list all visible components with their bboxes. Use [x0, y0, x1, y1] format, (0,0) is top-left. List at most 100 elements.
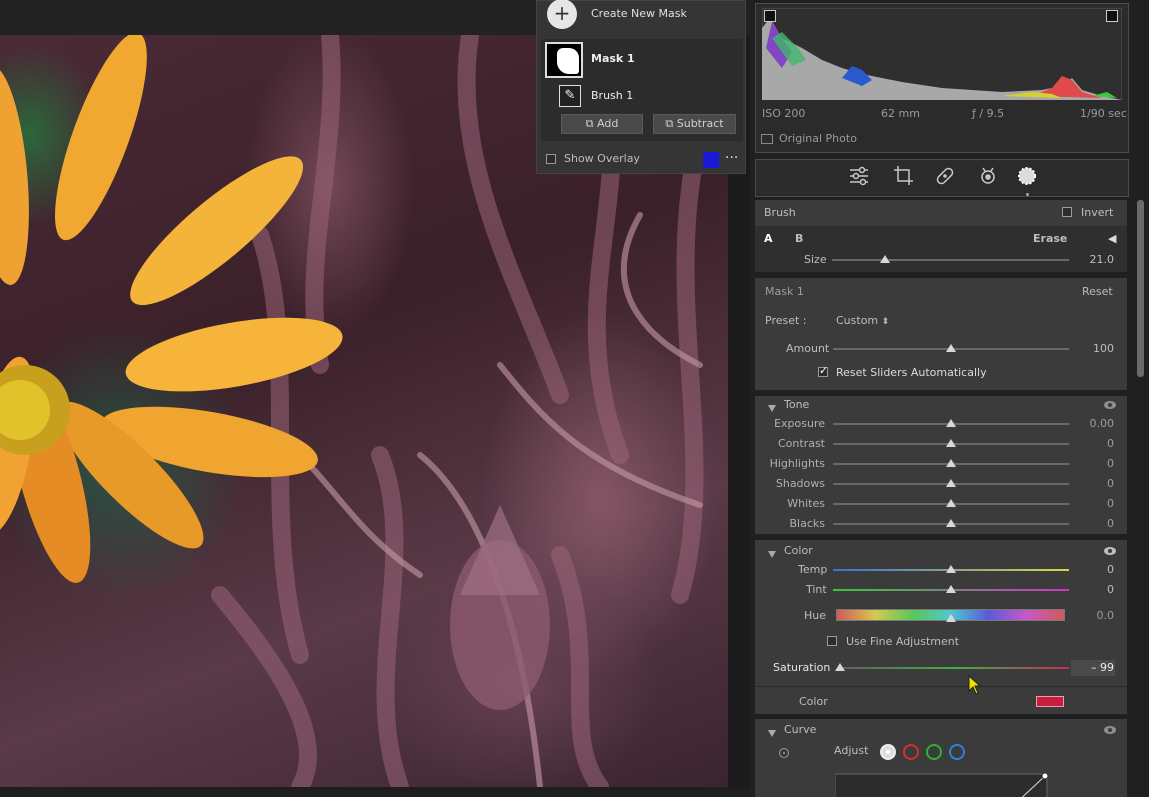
hue-slider-thumb[interactable] [946, 614, 956, 622]
tone-slider-value[interactable]: 0.00 [1070, 417, 1115, 430]
subtract-icon: ⧉ [665, 117, 674, 130]
create-mask-label[interactable]: Create New Mask [591, 7, 687, 20]
more-options-icon[interactable]: ··· [725, 150, 738, 166]
blue-channel-icon[interactable] [949, 744, 965, 760]
tone-slider-value[interactable]: 0 [1070, 457, 1114, 470]
preset-dropdown[interactable]: Custom ⬍ [836, 314, 889, 327]
preset-label: Preset : [765, 314, 807, 327]
mask-thumbnail[interactable] [545, 42, 583, 78]
erase-tab[interactable]: Erase [1033, 232, 1067, 245]
curve-graph[interactable] [835, 770, 1050, 797]
color-collapse-icon[interactable] [768, 548, 776, 561]
tone-slider-value[interactable]: 0 [1070, 437, 1114, 450]
curve-collapse-icon[interactable] [768, 727, 776, 740]
invert-checkbox[interactable] [1062, 207, 1072, 217]
shadow-clip-icon[interactable] [764, 10, 776, 22]
fine-adjustment-checkbox[interactable] [827, 636, 837, 646]
brush-name[interactable]: Brush 1 [591, 89, 633, 102]
tone-eye-icon[interactable] [1104, 401, 1116, 409]
saturation-label: Saturation [773, 661, 831, 674]
brush-a-tab[interactable]: A [764, 232, 773, 245]
tint-label: Tint [806, 583, 827, 596]
histogram-graph [762, 8, 1122, 100]
color-eye-icon[interactable] [1104, 547, 1116, 555]
red-channel-icon[interactable] [903, 744, 919, 760]
show-overlay-checkbox[interactable] [546, 154, 556, 164]
tone-slider-value[interactable]: 0 [1070, 517, 1114, 530]
overlay-color-swatch[interactable] [703, 152, 719, 168]
tone-slider-value[interactable]: 0 [1070, 477, 1114, 490]
fine-adjustment-label: Use Fine Adjustment [846, 635, 960, 648]
updown-chevron-icon: ⬍ [881, 317, 890, 327]
reset-button[interactable]: Reset [1082, 285, 1113, 298]
tone-slider-label: Blacks [789, 517, 826, 530]
add-label: Add [597, 117, 619, 130]
preset-value: Custom [836, 314, 879, 327]
highlight-clip-icon[interactable] [1106, 10, 1118, 22]
crop-icon[interactable] [893, 165, 917, 189]
mask-panel: + Create New Mask Mask 1 ✎ Brush 1 ⧉ Add… [536, 0, 746, 174]
tone-slider-thumb[interactable] [946, 439, 956, 447]
amount-label: Amount [786, 342, 830, 355]
size-slider[interactable] [832, 259, 1069, 261]
tone-slider-thumb[interactable] [946, 519, 956, 527]
tone-slider-thumb[interactable] [946, 419, 956, 427]
tone-slider-thumb[interactable] [946, 479, 956, 487]
curve-eye-icon[interactable] [1104, 726, 1116, 734]
panel-scrollbar[interactable] [1137, 200, 1144, 377]
heal-icon[interactable] [934, 165, 958, 189]
brush-icon[interactable]: ✎ [559, 85, 581, 107]
size-slider-thumb[interactable] [880, 255, 890, 263]
curve-title: Curve [784, 723, 817, 736]
mouse-cursor-icon [968, 675, 982, 695]
amount-slider-thumb[interactable] [946, 344, 956, 352]
subtract-label: Subtract [676, 117, 724, 130]
show-overlay-label: Show Overlay [564, 152, 640, 165]
color-divider [755, 686, 1127, 687]
bottom-bar [0, 787, 750, 797]
tone-slider-label: Contrast [777, 437, 825, 450]
iso-value: ISO 200 [762, 107, 806, 120]
hue-label: Hue [804, 609, 827, 622]
mask-name[interactable]: Mask 1 [591, 52, 635, 65]
brush-b-tab[interactable]: B [795, 232, 803, 245]
shutter-speed: 1/90 sec [1080, 107, 1127, 120]
mask-settings-title: Mask 1 [765, 285, 804, 298]
focal-length: 62 mm [881, 107, 920, 120]
subtract-button[interactable]: ⧉ Subtract [653, 114, 736, 134]
size-value[interactable]: 21.0 [1070, 253, 1115, 266]
tint-slider-thumb[interactable] [946, 585, 956, 593]
saturation-slider[interactable] [838, 667, 1069, 669]
temp-slider-thumb[interactable] [946, 565, 956, 573]
tone-slider-thumb[interactable] [946, 499, 956, 507]
tone-slider-label: Whites [787, 497, 825, 510]
tone-slider-label: Shadows [775, 477, 825, 490]
adjust-label: Adjust [834, 744, 869, 757]
aperture: ƒ / 9.5 [972, 107, 1005, 120]
hue-value[interactable]: 0.0 [1070, 609, 1115, 622]
active-tool-indicator [1026, 193, 1029, 196]
original-photo-checkbox[interactable] [761, 134, 773, 144]
tone-slider-label: Highlights [769, 457, 825, 470]
color-swatch[interactable] [1036, 696, 1064, 707]
reset-sliders-checkbox[interactable]: ✓ [818, 364, 828, 377]
saturation-slider-thumb[interactable] [835, 663, 845, 671]
rgb-channel-icon[interactable] [880, 744, 896, 760]
collapse-arrow-icon[interactable]: ◀ [1108, 232, 1116, 245]
sliders-icon[interactable] [848, 165, 872, 189]
target-adjust-icon[interactable] [779, 748, 789, 758]
saturation-value[interactable]: – 99 [1070, 661, 1114, 674]
mask-icon[interactable] [1016, 165, 1040, 189]
tint-value[interactable]: 0 [1070, 583, 1114, 596]
amount-value[interactable]: 100 [1070, 342, 1114, 355]
redeye-icon[interactable] [977, 165, 1001, 189]
color-title: Color [784, 544, 813, 557]
tone-collapse-icon[interactable] [768, 402, 776, 415]
invert-label: Invert [1081, 206, 1114, 219]
add-button[interactable]: ⧉ Add [561, 114, 643, 134]
tone-slider-thumb[interactable] [946, 459, 956, 467]
create-mask-icon[interactable]: + [547, 0, 577, 29]
tone-slider-value[interactable]: 0 [1070, 497, 1114, 510]
green-channel-icon[interactable] [926, 744, 942, 760]
temp-value[interactable]: 0 [1070, 563, 1114, 576]
